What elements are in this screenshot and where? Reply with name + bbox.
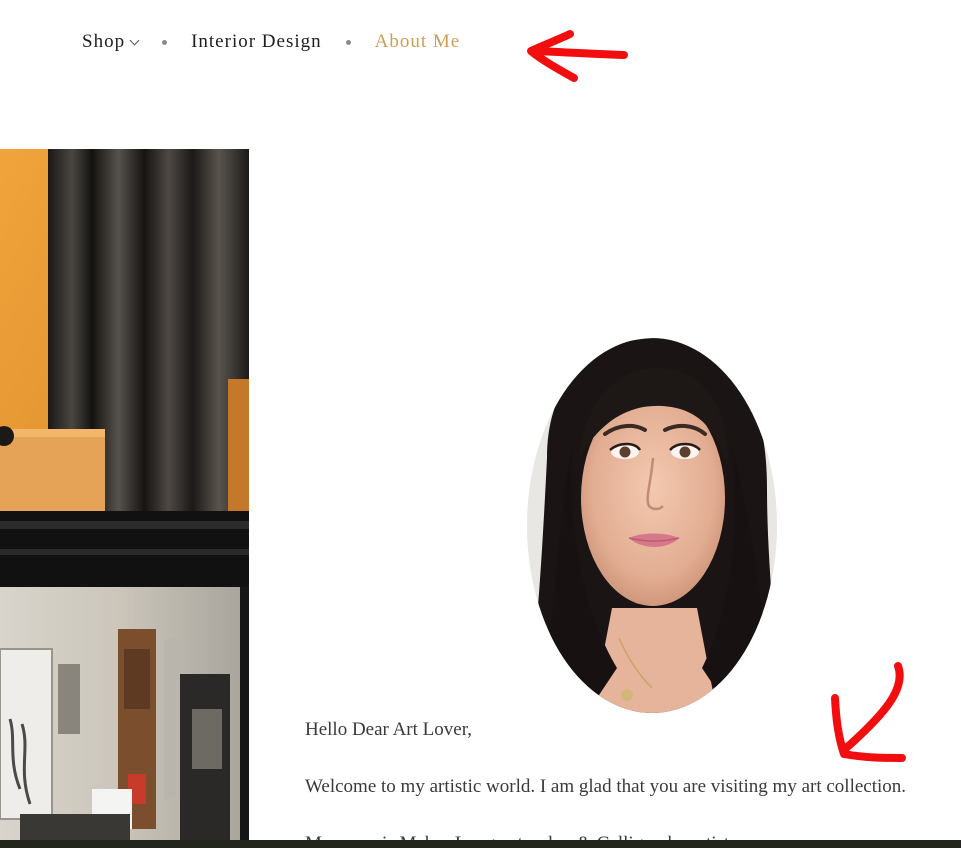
nav-item-about-me[interactable]: About Me	[375, 31, 461, 53]
artist-portrait	[527, 338, 777, 713]
nav-separator-dot	[345, 39, 351, 45]
bottom-strip	[0, 840, 961, 848]
nav-item-shop[interactable]: Shop	[82, 31, 140, 53]
studio-photo	[0, 149, 249, 848]
about-text: Hello Dear Art Lover, Welcome to my arti…	[305, 717, 955, 848]
main-nav: Shop Interior Design About Me	[82, 28, 460, 56]
welcome-text: Welcome to my artistic world. I am glad …	[305, 776, 907, 797]
artist-portrait-illustration	[527, 338, 777, 713]
nav-separator-dot	[162, 39, 168, 45]
annotation-arrow-left-icon	[527, 30, 628, 82]
greeting-text: Hello Dear Art Lover,	[305, 719, 473, 740]
studio-photo-illustration	[0, 149, 249, 848]
nav-item-interior-design-label: Interior Design	[191, 31, 322, 52]
about-page: Shop Interior Design About Me Hello Dear…	[0, 0, 961, 848]
chevron-down-icon	[129, 35, 140, 45]
nav-item-shop-label: Shop	[82, 31, 126, 52]
nav-item-interior-design[interactable]: Interior Design	[191, 31, 322, 53]
nav-item-about-me-label: About Me	[374, 31, 461, 52]
